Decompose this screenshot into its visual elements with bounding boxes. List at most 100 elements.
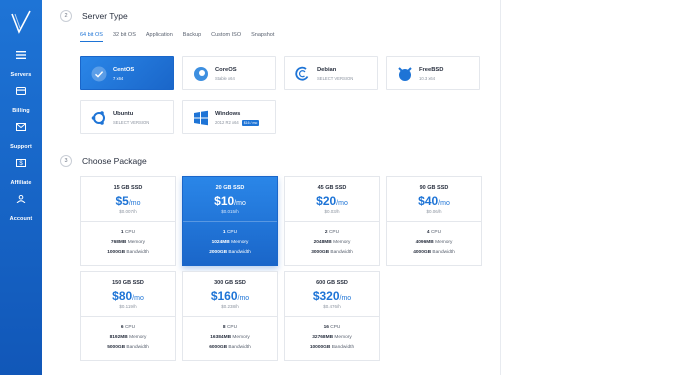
package-card-150gb[interactable]: 150 GB SSD $80/mo $0.119/h 6 CPU 8192MB … [80, 271, 176, 361]
affiliate-icon: $ [16, 159, 26, 167]
tab-backup[interactable]: Backup [183, 32, 201, 42]
sidebar-item-servers[interactable]: Servers [0, 51, 42, 81]
spec-value: 1 [120, 230, 124, 235]
step-number: 3 [60, 155, 72, 167]
servers-icon [16, 51, 26, 59]
package-hourly: $0.06/h [426, 209, 442, 214]
sidebar-item-label: Support [10, 144, 32, 150]
spec-label: Bandwidth [228, 345, 251, 350]
sidebar-item-billing[interactable]: Billing [0, 87, 42, 117]
package-memory: 16384MB Memory [183, 335, 277, 340]
tab-custom-iso[interactable]: Custom ISO [211, 32, 241, 42]
price-amount: $20 [316, 194, 337, 208]
package-bandwidth: 3000GB Bandwidth [285, 250, 379, 255]
account-icon [16, 195, 26, 203]
price-period: /mo [438, 200, 450, 207]
package-name: 15 GB SSD [113, 185, 143, 191]
sidebar-item-affiliate[interactable]: $ Affiliate [0, 159, 42, 189]
check-icon [91, 66, 107, 82]
package-memory: 1024MB Memory [183, 240, 277, 245]
os-version: 10.3 x64 [419, 76, 436, 81]
package-name: 600 GB SSD [316, 280, 348, 286]
os-name: Windows [215, 111, 241, 117]
spec-value: 768MB [110, 240, 127, 245]
section-title: Choose Package [82, 156, 147, 166]
os-version: Stable x64 [215, 76, 235, 81]
package-price: $80/mo [81, 289, 175, 303]
spec-label: CPU [330, 325, 341, 330]
os-card-ubuntu[interactable]: Ubuntu SELECT VERSION [80, 100, 174, 134]
spec-label: Bandwidth [330, 250, 353, 255]
package-card-300gb[interactable]: 300 GB SSD $160/mo $0.238/h 8 CPU 16384M… [182, 271, 278, 361]
package-name: 20 GB SSD [215, 185, 245, 191]
package-card-15gb[interactable]: 15 GB SSD $5/mo $0.007/h 1 CPU 768MB Mem… [80, 176, 176, 266]
package-hourly: $0.238/h [221, 304, 239, 309]
price-amount: $80 [112, 289, 133, 303]
os-name: CentOS [113, 67, 135, 73]
package-bandwidth: 2000GB Bandwidth [183, 250, 277, 255]
price-amount: $320 [312, 289, 340, 303]
divider [81, 221, 175, 222]
os-version: SELECT VERSION [317, 76, 354, 81]
os-version: SELECT VERSION [113, 120, 150, 125]
tab-32bit-os[interactable]: 32 bit OS [113, 32, 136, 42]
price-period: /mo [234, 200, 246, 207]
os-name: CoreOS [215, 67, 237, 73]
os-version-text: 2012 R2 x64 [215, 120, 239, 126]
package-price: $160/mo [183, 289, 277, 303]
package-price: $10/mo [183, 194, 277, 208]
package-card-45gb[interactable]: 45 GB SSD $20/mo $0.03/h 2 CPU 2048MB Me… [284, 176, 380, 266]
spec-value: 10000GB [309, 345, 331, 350]
price-badge: $16 / mo [241, 120, 260, 126]
coreos-icon [194, 67, 208, 81]
spec-label: Memory [333, 240, 351, 245]
price-amount: $160 [210, 289, 238, 303]
tab-application[interactable]: Application [146, 32, 173, 42]
divider [387, 221, 481, 222]
os-name: FreeBSD [419, 67, 444, 73]
freebsd-icon [398, 67, 412, 81]
package-card-20gb[interactable]: 20 GB SSD $10/mo $0.015/h 1 CPU 1024MB M… [182, 176, 278, 266]
divider [81, 316, 175, 317]
server-type-header: 2 Server Type [60, 10, 128, 22]
spec-label: CPU [328, 230, 340, 235]
tab-64bit-os[interactable]: 64 bit OS [80, 32, 103, 42]
package-card-600gb[interactable]: 600 GB SSD $320/mo $0.476/h 16 CPU 32768… [284, 271, 380, 361]
divider [183, 316, 277, 317]
package-cpu: 8 CPU [183, 325, 277, 330]
divider [285, 316, 379, 317]
package-name: 90 GB SSD [419, 185, 449, 191]
divider [183, 221, 277, 222]
spec-label: Memory [435, 240, 453, 245]
os-card-windows[interactable]: Windows 2012 R2 x64 $16 / mo [182, 100, 276, 134]
spec-label: Memory [231, 240, 249, 245]
package-name: 300 GB SSD [214, 280, 246, 286]
debian-icon [295, 66, 309, 81]
package-bandwidth: 6000GB Bandwidth [183, 345, 277, 350]
tab-snapshot[interactable]: Snapshot [251, 32, 274, 42]
os-card-coreos[interactable]: CoreOS Stable x64 [182, 56, 276, 90]
sidebar-item-label: Account [9, 216, 33, 222]
package-cpu: 6 CPU [81, 325, 175, 330]
os-card-debian[interactable]: Debian SELECT VERSION [284, 56, 378, 90]
spec-label: Bandwidth [331, 345, 355, 350]
spec-value: 1 [222, 230, 226, 235]
os-card-centos[interactable]: CentOS 7 x64 [80, 56, 174, 90]
package-card-90gb[interactable]: 90 GB SSD $40/mo $0.06/h 4 CPU 4096MB Me… [386, 176, 482, 266]
spec-label: Memory [129, 335, 147, 340]
os-card-freebsd[interactable]: FreeBSD 10.3 x64 [386, 56, 480, 90]
sidebar-item-support[interactable]: Support [0, 123, 42, 153]
package-bandwidth: 4000GB Bandwidth [387, 250, 481, 255]
sidebar-item-account[interactable]: Account [0, 195, 42, 225]
package-memory: 32768MB Memory [285, 335, 379, 340]
spec-value: 8192MB [109, 335, 128, 340]
summary-panel [500, 0, 700, 375]
spec-value: 3000GB [311, 250, 330, 255]
package-hourly: $0.119/h [119, 304, 137, 309]
package-cpu: 1 CPU [81, 230, 175, 235]
spec-value: 4096MB [415, 240, 434, 245]
logo-icon[interactable] [9, 8, 33, 38]
choose-package-header: 3 Choose Package [60, 155, 147, 167]
package-price: $320/mo [285, 289, 379, 303]
package-bandwidth: 1000GB Bandwidth [81, 250, 175, 255]
